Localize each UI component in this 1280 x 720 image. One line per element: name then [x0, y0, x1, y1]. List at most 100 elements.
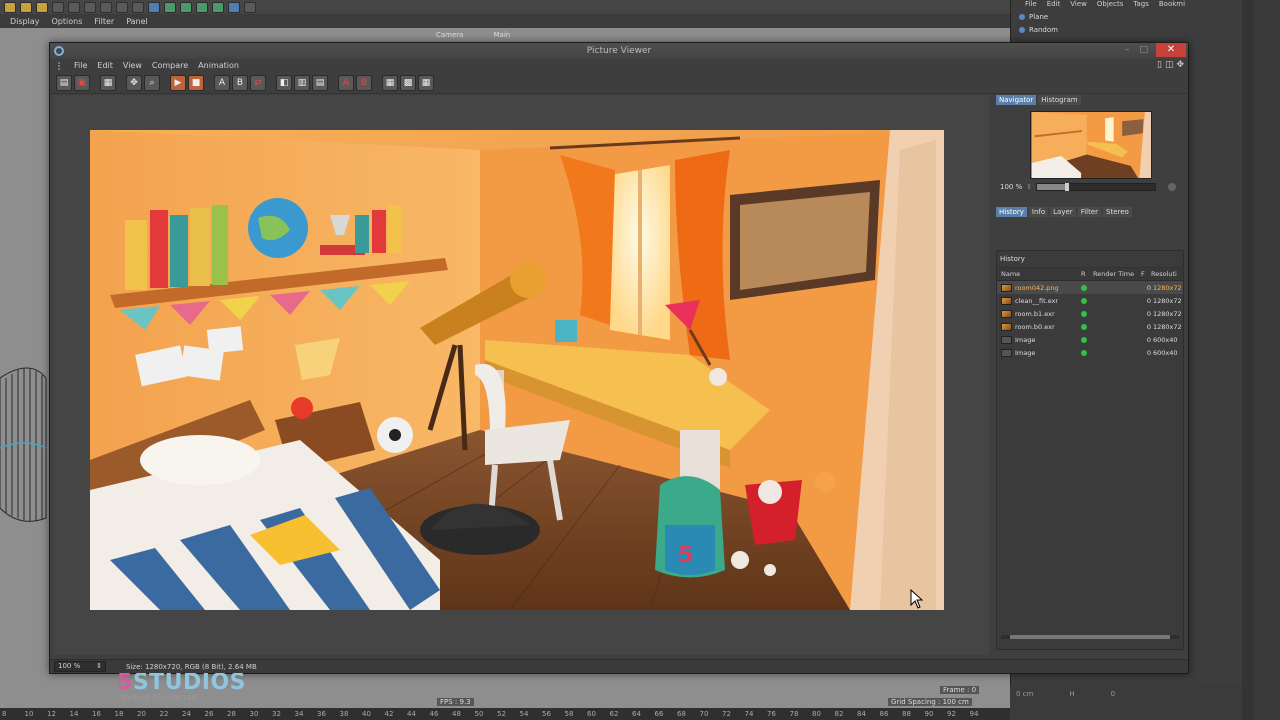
om-file[interactable]: File — [1025, 0, 1037, 10]
studio-watermark: 5STUDIOS Aleksey Vorozeivski — [117, 670, 246, 702]
environment-icon[interactable] — [212, 1, 224, 13]
set-b-icon[interactable]: B — [356, 74, 372, 91]
picture-viewer-titlebar[interactable]: Picture Viewer – □ ✕ — [50, 43, 1188, 59]
row-frame: 0 — [1146, 335, 1151, 344]
om-objects[interactable]: Objects — [1097, 0, 1123, 10]
tab-info[interactable]: Info — [1028, 207, 1049, 217]
om-tags[interactable]: Tags — [1133, 0, 1149, 10]
coord-x-value[interactable]: 0 cm — [1016, 690, 1033, 698]
tab-layer[interactable]: Layer — [1050, 207, 1076, 217]
set-a-icon[interactable]: A — [338, 74, 354, 91]
menu-animation[interactable]: Animation — [198, 61, 239, 70]
om-bookmarks[interactable]: Bookmi — [1159, 0, 1185, 10]
tab-history[interactable]: History — [996, 207, 1027, 217]
side-tab-strip[interactable] — [1242, 0, 1254, 720]
menu-compare[interactable]: Compare — [152, 61, 188, 70]
table-row[interactable]: Image 0 600x40 — [997, 346, 1183, 359]
pan-icon[interactable]: ✥ — [126, 74, 142, 91]
swap-compare-icon[interactable]: ⇄ — [250, 74, 266, 91]
render-settings-icon[interactable] — [20, 1, 32, 13]
render-view-icon[interactable]: ▶ — [170, 74, 186, 91]
zoom-reset-icon[interactable] — [1168, 183, 1177, 191]
table-row[interactable]: room.b0.exr 0 1280x72 — [997, 320, 1183, 333]
menu-edit[interactable]: Edit — [97, 61, 113, 70]
object-row[interactable]: Random — [1011, 23, 1252, 36]
navigator-zoom-value[interactable]: 100 % — [1000, 183, 1022, 191]
minimize-icon[interactable]: – — [1125, 45, 1130, 55]
axis-y-icon[interactable] — [68, 1, 80, 13]
split-horizontal-icon[interactable]: ▤ — [312, 74, 328, 91]
cube-icon[interactable] — [148, 1, 160, 13]
grid-view-icon[interactable]: ▦ — [382, 74, 398, 91]
zoom-field[interactable]: 100 % ⇕ — [54, 661, 106, 672]
settings-icon[interactable]: ▦ — [418, 74, 434, 91]
axis-z-icon[interactable] — [84, 1, 96, 13]
nurbs-icon[interactable] — [180, 1, 192, 13]
camera-icon[interactable] — [228, 1, 240, 13]
menu-view[interactable]: View — [123, 61, 142, 70]
menu-panel[interactable]: Panel — [126, 17, 148, 26]
zoom-spinner-icon[interactable]: ⇕ — [1026, 183, 1032, 191]
col-resolution[interactable]: Resoluti — [1151, 270, 1185, 278]
menu-options[interactable]: Options — [52, 17, 83, 26]
layout-icon[interactable]: ▩ — [400, 74, 416, 91]
om-view[interactable]: View — [1070, 0, 1087, 10]
col-render-time[interactable]: Render Time — [1093, 270, 1141, 278]
camera-tab[interactable]: Camera — [436, 31, 463, 39]
table-row[interactable]: clean__fit.exr 0 1280x72 — [997, 294, 1183, 307]
tab-histogram[interactable]: Histogram — [1038, 95, 1081, 105]
status-ok-icon — [1081, 297, 1087, 304]
row-name: room.b1.exr — [1015, 309, 1055, 318]
main-tab[interactable]: Main — [493, 31, 510, 39]
film-settings-icon[interactable] — [132, 1, 144, 13]
table-row[interactable]: Image 0 600x40 — [997, 333, 1183, 346]
open-file-icon[interactable]: ▤ — [56, 74, 72, 91]
history-scrollbar[interactable] — [1001, 635, 1179, 639]
menu-display[interactable]: Display — [10, 17, 40, 26]
zoom-stepper-icon[interactable]: ⇕ — [96, 662, 102, 671]
studio-logo: 5STUDIOS — [117, 670, 247, 695]
maximize-icon[interactable]: □ — [1139, 45, 1148, 55]
tab-stereo[interactable]: Stereo — [1103, 207, 1132, 217]
navigator-thumbnail[interactable] — [1030, 111, 1152, 179]
axis-x-icon[interactable] — [52, 1, 64, 13]
split-vertical-icon[interactable]: ▥ — [294, 74, 310, 91]
object-name: Plane — [1029, 12, 1049, 21]
film-icon[interactable] — [100, 1, 112, 13]
add-icon[interactable] — [36, 1, 48, 13]
timeline-tick: 40 — [362, 710, 371, 718]
col-f[interactable]: F — [1141, 270, 1151, 278]
panel-move-icon[interactable]: ✥ — [1176, 60, 1184, 70]
panel-layout-controls: ▯ ◫ ✥ — [1157, 60, 1184, 70]
col-name[interactable]: Name — [1001, 270, 1081, 278]
zoom-icon[interactable]: ⌕ — [144, 74, 160, 91]
save-file-icon[interactable]: ▣ — [74, 74, 90, 91]
panel-split-icon[interactable]: ◫ — [1165, 60, 1174, 70]
close-button[interactable]: ✕ — [1156, 43, 1186, 57]
col-r[interactable]: R — [1081, 270, 1093, 278]
render-icon[interactable] — [4, 1, 16, 13]
zoom-slider[interactable] — [1036, 183, 1157, 191]
table-row[interactable]: room042.png 0 1280x72 — [997, 281, 1183, 294]
table-row[interactable]: room.b1.exr 0 1280x72 — [997, 307, 1183, 320]
image-canvas[interactable]: 5 5STUDIOS Aleksey Vorozeivski — [53, 95, 989, 702]
pen-icon[interactable] — [164, 1, 176, 13]
tab-navigator[interactable]: Navigator — [996, 95, 1037, 105]
stop-render-icon[interactable]: ■ — [188, 74, 204, 91]
channel-rgb-icon[interactable]: ◧ — [276, 74, 292, 91]
compare-b-icon[interactable]: B — [232, 74, 248, 91]
tab-filter[interactable]: Filter — [1077, 207, 1102, 217]
light-icon[interactable] — [244, 1, 256, 13]
om-edit[interactable]: Edit — [1047, 0, 1061, 10]
timeline-tick: 34 — [294, 710, 304, 718]
menu-filter[interactable]: Filter — [94, 17, 114, 26]
menu-file[interactable]: File — [74, 61, 87, 70]
timeline[interactable]: 8 10 12 14 16 18 20 22 24 26 28 30 32 34 36 38 40 42 44 46 4… — [0, 708, 1010, 720]
panel-single-icon[interactable]: ▯ — [1157, 60, 1162, 70]
coord-h-value[interactable]: 0 — [1111, 690, 1115, 698]
deformer-icon[interactable] — [196, 1, 208, 13]
film-render-icon[interactable] — [116, 1, 128, 13]
object-row[interactable]: Plane — [1011, 10, 1252, 23]
fit-view-icon[interactable]: ▦ — [100, 74, 116, 91]
compare-a-icon[interactable]: A — [214, 74, 230, 91]
